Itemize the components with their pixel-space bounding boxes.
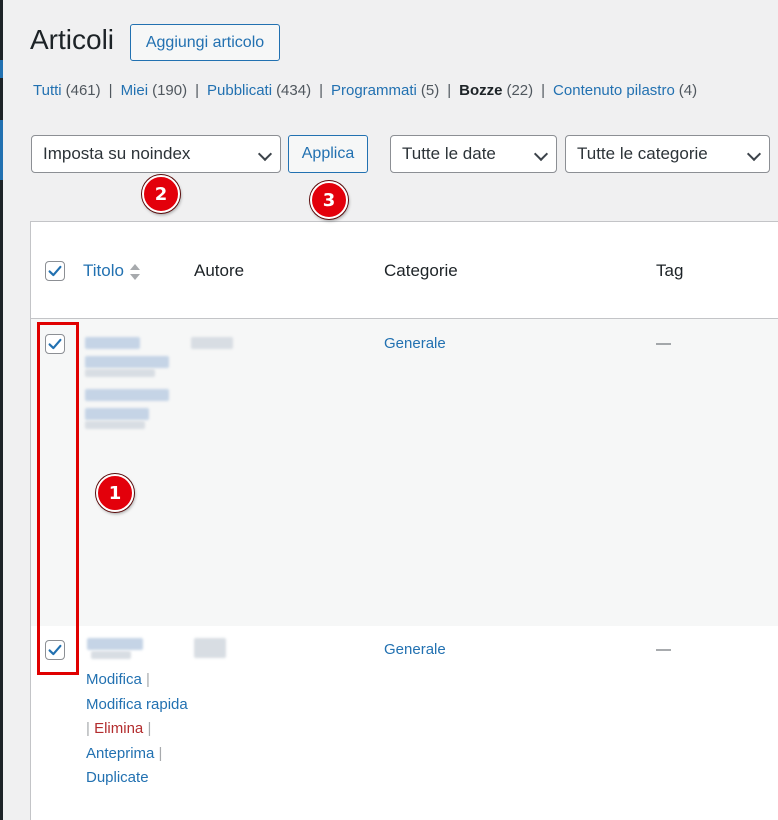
view-separator: | xyxy=(195,82,200,99)
preview-link[interactable]: Anteprima xyxy=(86,745,154,762)
action-separator: | xyxy=(147,720,152,737)
tags-empty: — xyxy=(656,335,671,352)
view-published-count: (434) xyxy=(276,82,312,99)
category-link[interactable]: Generale xyxy=(384,641,446,658)
category-filter-value: Tutte le categorie xyxy=(577,144,708,163)
table-row: Generale — xyxy=(31,319,778,626)
quick-edit-link[interactable]: Modifica rapida xyxy=(86,696,188,713)
add-article-button[interactable]: Aggiungi articolo xyxy=(130,24,280,61)
checkbox-highlight-box xyxy=(37,322,79,675)
status-views: Tutti (461) | Miei (190) | Pubblicati (4… xyxy=(33,82,697,99)
column-title-header[interactable]: Titolo xyxy=(83,261,140,281)
view-drafts[interactable]: Bozze (22) xyxy=(459,82,533,99)
action-separator: | xyxy=(146,671,150,688)
view-mine[interactable]: Miei (190) xyxy=(121,82,188,99)
view-separator: | xyxy=(447,82,452,99)
column-tags-header: Tag xyxy=(656,261,684,280)
column-categories-header: Categorie xyxy=(384,261,458,280)
bulk-action-select[interactable]: Imposta su noindex xyxy=(31,135,281,173)
view-cornerstone[interactable]: Contenuto pilastro (4) xyxy=(553,82,697,99)
sort-arrows-icon[interactable] xyxy=(129,263,140,280)
column-author-header: Autore xyxy=(194,261,245,280)
annotation-badge-2: 2 xyxy=(142,175,180,213)
annotation-badge-1: 1 xyxy=(96,474,134,512)
chevron-down-icon xyxy=(257,146,273,162)
trash-link[interactable]: Elimina xyxy=(94,720,143,737)
row-actions: Modifica | Modifica rapida | Elimina | A… xyxy=(86,668,188,791)
view-separator: | xyxy=(108,82,113,99)
view-mine-label[interactable]: Miei xyxy=(121,82,149,99)
category-link[interactable]: Generale xyxy=(384,335,446,352)
category-filter-select[interactable]: Tutte le categorie xyxy=(565,135,770,173)
apply-button[interactable]: Applica xyxy=(288,135,368,173)
action-separator: | xyxy=(158,744,163,762)
annotation-badge-3: 3 xyxy=(310,181,348,219)
action-separator: | xyxy=(86,720,90,737)
tags-empty: — xyxy=(656,641,671,658)
checkmark-icon xyxy=(48,265,62,277)
date-filter-select[interactable]: Tutte le date xyxy=(390,135,557,173)
table-header: Titolo Autore Categorie Tag xyxy=(31,222,778,319)
view-published-label[interactable]: Pubblicati xyxy=(207,82,272,99)
view-separator: | xyxy=(319,82,323,99)
view-scheduled-label[interactable]: Programmati xyxy=(331,82,417,99)
view-separator: | xyxy=(541,82,546,99)
admin-menu-indicator xyxy=(0,60,3,78)
view-all-count: (461) xyxy=(65,82,101,99)
view-all[interactable]: Tutti (461) xyxy=(33,82,101,99)
chevron-down-icon xyxy=(533,146,549,162)
admin-menu-indicator-2 xyxy=(0,120,3,180)
edit-link[interactable]: Modifica xyxy=(86,671,142,688)
bulk-action-value: Imposta su noindex xyxy=(43,144,191,163)
view-scheduled[interactable]: Programmati (5) xyxy=(331,82,439,99)
select-all-checkbox[interactable] xyxy=(45,261,65,281)
duplicate-link[interactable]: Duplicate xyxy=(86,769,149,786)
view-drafts-label[interactable]: Bozze xyxy=(459,82,502,99)
view-published[interactable]: Pubblicati (434) xyxy=(207,82,311,99)
view-cornerstone-label[interactable]: Contenuto pilastro xyxy=(553,82,675,99)
admin-sidebar-edge xyxy=(0,0,3,820)
date-filter-value: Tutte le date xyxy=(402,144,496,163)
column-title-label[interactable]: Titolo xyxy=(83,261,124,280)
view-cornerstone-count: (4) xyxy=(678,82,698,99)
chevron-down-icon xyxy=(746,146,762,162)
view-drafts-count: (22) xyxy=(506,82,534,99)
table-row: Generale — Modifica | Modifica rapida | … xyxy=(31,626,778,820)
author-redacted xyxy=(191,337,233,349)
posts-table: Titolo Autore Categorie Tag Generale — G… xyxy=(30,221,778,820)
view-scheduled-count: (5) xyxy=(420,82,440,99)
view-mine-count: (190) xyxy=(152,82,188,99)
view-all-label[interactable]: Tutti xyxy=(33,82,62,99)
author-redacted xyxy=(194,638,226,658)
page-title: Articoli xyxy=(30,24,115,55)
